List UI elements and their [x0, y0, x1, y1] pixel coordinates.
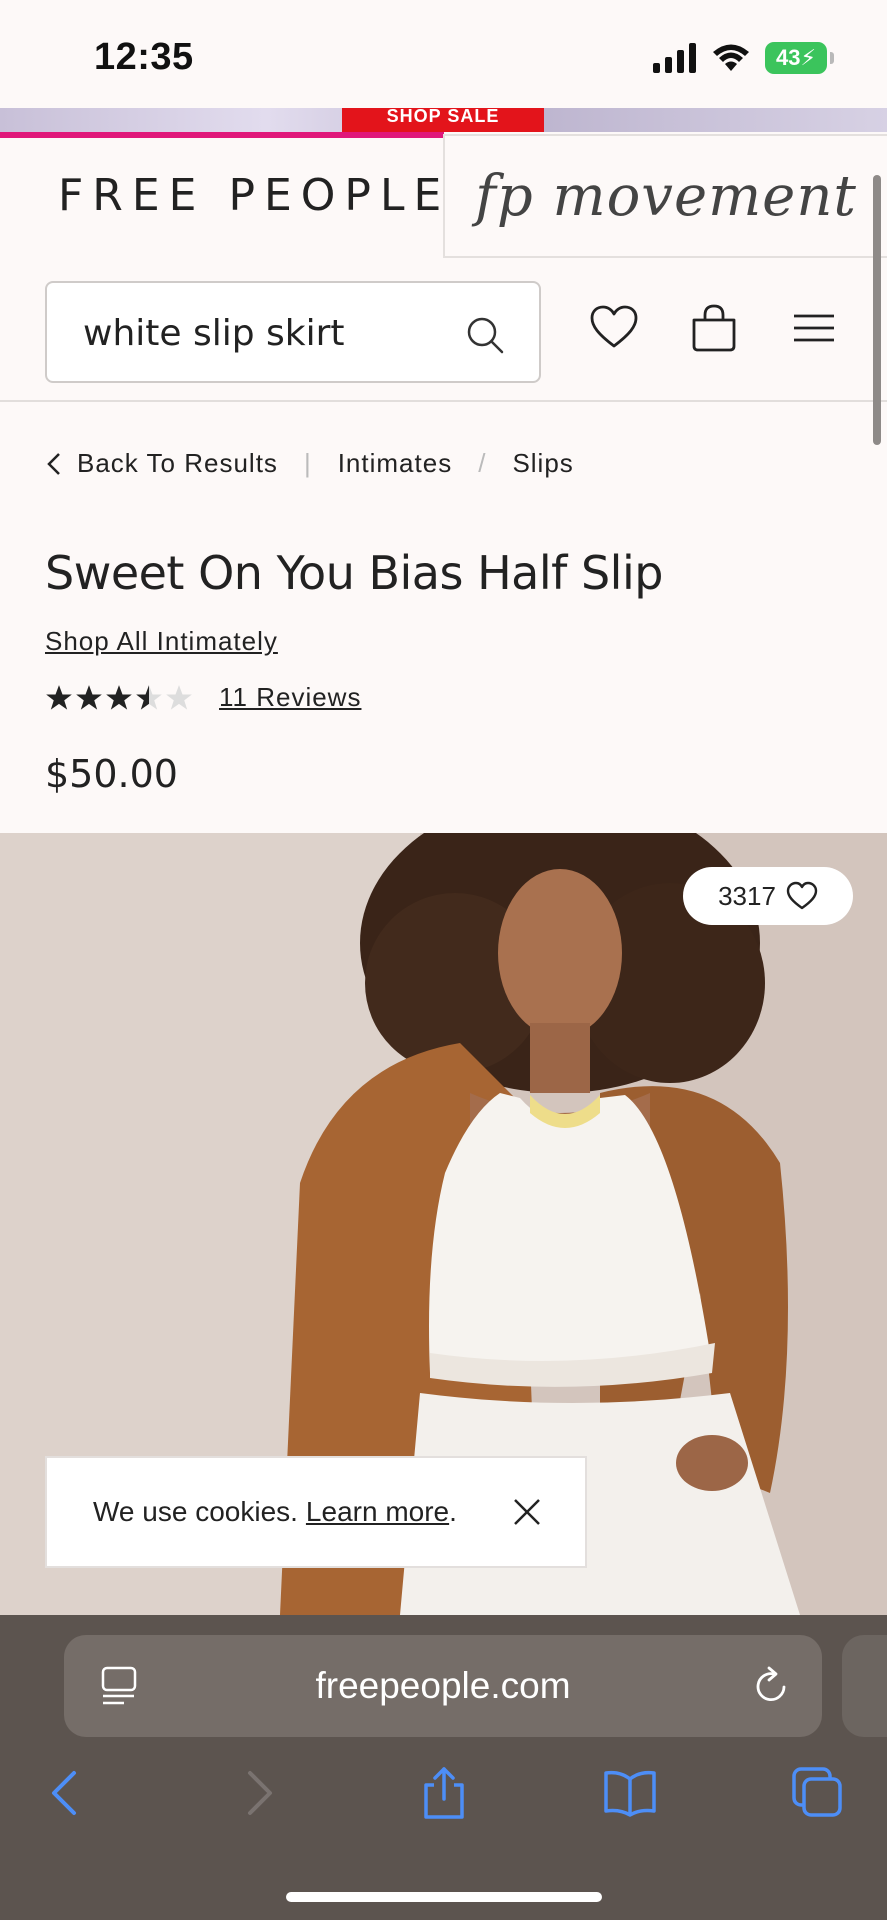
learn-more-link[interactable]: Learn more: [306, 1496, 449, 1528]
wishlist-heart-icon[interactable]: [588, 302, 640, 354]
shop-all-intimately-link[interactable]: Shop All Intimately: [45, 626, 278, 657]
browser-toolbar: freepeople.com: [0, 1615, 887, 1920]
status-bar: 12:35 43 ⚡: [0, 0, 887, 108]
search-query: white slip skirt: [83, 313, 345, 354]
next-tab-preview[interactable]: [842, 1635, 887, 1737]
wifi-icon: [713, 44, 749, 71]
rating-row: 11 Reviews: [45, 682, 361, 713]
star-half-icon: [136, 684, 162, 710]
forward-arrow-icon[interactable]: [230, 1765, 286, 1821]
star-filled-icon: [76, 684, 102, 710]
bookmarks-icon[interactable]: [602, 1765, 658, 1821]
chevron-left-icon: [47, 452, 60, 475]
battery-indicator: 43 ⚡: [765, 42, 834, 74]
heart-outline-icon: [786, 881, 818, 910]
cookie-text: We use cookies.: [93, 1496, 298, 1527]
breadcrumb: Back To Results | Intimates / Slips: [45, 448, 574, 479]
star-filled-icon: [46, 684, 72, 710]
shop-sale-button[interactable]: SHOP SALE: [342, 108, 544, 132]
product-title: Sweet On You Bias Half Slip: [45, 546, 663, 600]
breadcrumb-slips[interactable]: Slips: [512, 448, 573, 479]
search-row: white slip skirt: [0, 258, 887, 402]
battery-level: 43: [776, 45, 801, 70]
wishlist-count-button[interactable]: 3317: [683, 867, 853, 925]
status-icons: 43 ⚡: [653, 42, 834, 74]
share-icon[interactable]: [416, 1765, 472, 1821]
product-price: $50.00: [45, 752, 178, 796]
fp-movement-tab[interactable]: fp movement: [443, 134, 887, 258]
status-time: 12:35: [94, 36, 194, 78]
breadcrumb-intimates[interactable]: Intimates: [338, 448, 453, 479]
reviews-link[interactable]: 11 Reviews: [219, 682, 361, 713]
url-text: freepeople.com: [315, 1665, 571, 1706]
back-to-results-label: Back To Results: [77, 448, 278, 478]
breadcrumb-separator: /: [478, 448, 487, 478]
breadcrumb-separator: |: [303, 448, 312, 478]
star-rating: [45, 684, 193, 712]
page-scrollbar[interactable]: [873, 175, 881, 445]
brand-header: FREE PEOPLE fp movement: [0, 134, 887, 258]
wishlist-count: 3317: [718, 880, 776, 911]
star-empty-icon: [166, 684, 192, 710]
close-icon[interactable]: [509, 1494, 545, 1530]
fp-movement-logo: fp movement: [475, 163, 857, 229]
back-to-results-link[interactable]: Back To Results: [45, 448, 278, 479]
cellular-signal-icon: [653, 43, 696, 73]
shopping-bag-icon[interactable]: [688, 302, 740, 354]
promo-banner[interactable]: SHOP SALE: [0, 108, 887, 132]
free-people-logo[interactable]: FREE PEOPLE: [58, 170, 450, 221]
tabs-icon[interactable]: [790, 1765, 846, 1821]
back-arrow-icon[interactable]: [38, 1765, 94, 1821]
search-icon[interactable]: [465, 315, 505, 355]
cookie-suffix: .: [449, 1496, 457, 1527]
reload-icon[interactable]: [752, 1665, 792, 1707]
cookie-banner: We use cookies. Learn more .: [45, 1456, 587, 1568]
address-bar[interactable]: freepeople.com: [64, 1635, 822, 1737]
menu-hamburger-icon[interactable]: [788, 302, 840, 354]
search-input[interactable]: white slip skirt: [45, 281, 541, 383]
star-filled-icon: [106, 684, 132, 710]
home-indicator[interactable]: [286, 1892, 602, 1902]
